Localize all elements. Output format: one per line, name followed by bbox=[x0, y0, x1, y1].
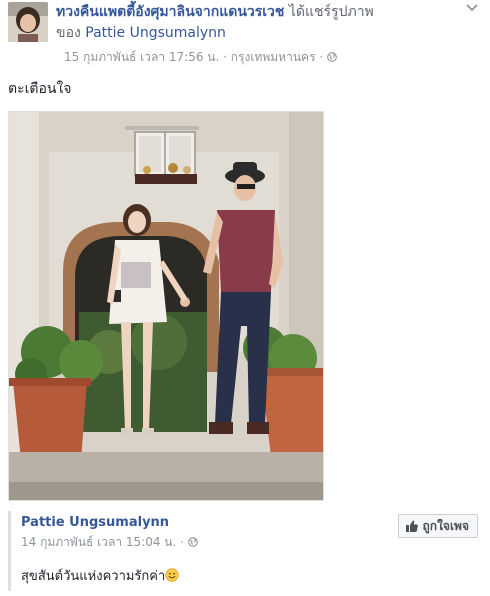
original-post-text: สุขสันต์วันแห่งความรักค่า bbox=[21, 569, 166, 584]
smile-emoji-icon bbox=[165, 568, 179, 582]
meta-separator: · bbox=[219, 50, 231, 64]
globe-icon bbox=[187, 536, 198, 547]
meta-separator: · bbox=[176, 535, 188, 549]
chevron-down-icon[interactable] bbox=[466, 2, 478, 17]
owner-prefix: ของ bbox=[56, 25, 86, 41]
globe-icon[interactable] bbox=[327, 50, 337, 62]
page-name-link[interactable]: ทวงคืนแพตตี้อังศุมาลินจากแดนวรเวช bbox=[56, 4, 284, 20]
post-header: ทวงคืนแพตตี้อังศุมาลินจากแดนวรเวช ได้แชร… bbox=[8, 2, 482, 66]
post-title: ทวงคืนแพตตี้อังศุมาลินจากแดนวรเวช ได้แชร… bbox=[56, 2, 456, 22]
post-message: ตะเตือนใจ bbox=[8, 81, 72, 97]
shared-action-text: ได้แชร์รูปภาพ bbox=[284, 4, 374, 20]
shared-photo-post: ทวงคืนแพตตี้อังศุมาลินจากแดนวรเวช ได้แชร… bbox=[0, 0, 490, 596]
photo-owner-line: ของ Pattie Ungsumalynn bbox=[56, 23, 226, 43]
original-post-attachment: Pattie Ungsumalynn 14 กุมภาพันธ์ เวลา 15… bbox=[8, 511, 482, 591]
meta-separator: · bbox=[315, 50, 327, 64]
original-author-link[interactable]: Pattie Ungsumalynn bbox=[21, 515, 169, 530]
thumbs-up-icon bbox=[405, 519, 419, 533]
like-page-button[interactable]: ถูกใจเพจ bbox=[397, 514, 478, 538]
like-page-label: ถูกใจเพจ bbox=[422, 518, 469, 533]
photo-owner-link[interactable]: Pattie Ungsumalynn bbox=[85, 25, 226, 41]
shared-photo[interactable] bbox=[8, 111, 324, 501]
page-avatar[interactable] bbox=[8, 2, 48, 42]
original-post-message: สุขสันต์วันแห่งความรักค่า bbox=[21, 565, 179, 586]
post-meta: 15 กุมภาพันธ์ เวลา 17:56 น. · กรุงเทพมหา… bbox=[64, 49, 337, 65]
original-post-meta: 14 กุมภาพันธ์ เวลา 15:04 น. · bbox=[21, 533, 198, 552]
post-location[interactable]: กรุงเทพมหานคร bbox=[231, 50, 316, 64]
original-timestamp[interactable]: 14 กุมภาพันธ์ เวลา 15:04 น. bbox=[21, 535, 176, 549]
post-timestamp[interactable]: 15 กุมภาพันธ์ เวลา 17:56 น. bbox=[64, 50, 219, 64]
